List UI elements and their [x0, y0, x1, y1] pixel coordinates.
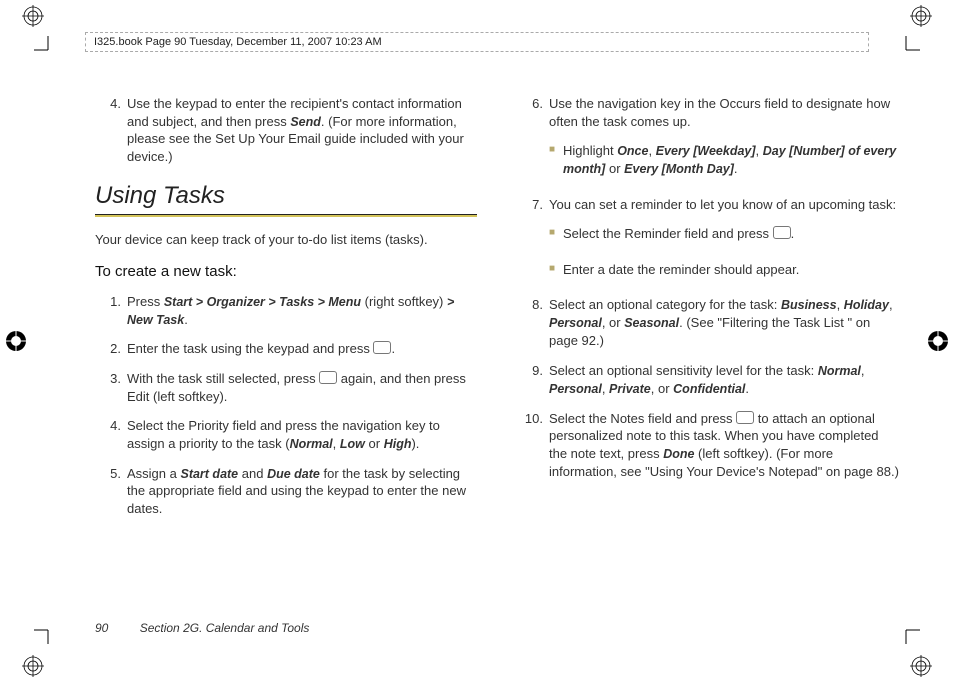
step-number: 5. [95, 465, 127, 518]
subheading: To create a new task: [95, 262, 477, 282]
reg-mark-icon [5, 330, 27, 352]
step-text: Select an optional sensitivity level for… [549, 362, 899, 398]
list-sub-item: ■Highlight Once, Every [Weekday], Day [N… [517, 142, 899, 184]
center-key-icon [373, 341, 391, 354]
step-number: 4. [95, 417, 127, 452]
list-sub-item: ■Enter a date the reminder should appear… [517, 261, 899, 285]
list-item: 9.Select an optional sensitivity level f… [517, 362, 899, 398]
step-number: 8. [517, 296, 549, 349]
step-number: 1. [95, 293, 127, 329]
reg-mark-icon [22, 5, 44, 27]
bullet-icon: ■ [549, 261, 563, 279]
right-column: 6.Use the navigation key in the Occurs f… [517, 95, 899, 617]
bullet-icon: ■ [549, 142, 563, 178]
step-number: 10. [517, 410, 549, 481]
list-item: 2.Enter the task using the keypad and pr… [95, 340, 477, 358]
page-footer: 90 Section 2G. Calendar and Tools [95, 621, 309, 635]
step-text: Select the Notes field and press to atta… [549, 410, 899, 481]
sub-text: Enter a date the reminder should appear. [563, 261, 899, 279]
footer-section: Section 2G. Calendar and Tools [140, 621, 310, 635]
sub-text: Select the Reminder field and press . [563, 225, 899, 243]
step-number: 7. [517, 196, 549, 214]
step-number: 9. [517, 362, 549, 398]
crop-mark-icon [34, 36, 54, 56]
list-item: 4. Use the keypad to enter the recipient… [95, 95, 477, 166]
reg-mark-icon [910, 5, 932, 27]
list-item: 8.Select an optional category for the ta… [517, 296, 899, 349]
list-item: 10.Select the Notes field and press to a… [517, 410, 899, 481]
crop-mark-icon [34, 624, 54, 644]
page-number: 90 [95, 621, 108, 635]
reg-mark-icon [910, 655, 932, 677]
reg-mark-icon [22, 655, 44, 677]
step-number: 3. [95, 370, 127, 405]
step-text: Select the Priority field and press the … [127, 417, 477, 452]
page-stamp-text: I325.book Page 90 Tuesday, December 11, … [94, 36, 382, 48]
step-text: With the task still selected, press agai… [127, 370, 477, 405]
list-item: 5.Assign a Start date and Due date for t… [95, 465, 477, 518]
step-number: 2. [95, 340, 127, 358]
list-item: 4.Select the Priority field and press th… [95, 417, 477, 452]
step-text: Use the navigation key in the Occurs fie… [549, 95, 899, 130]
page-body: 4. Use the keypad to enter the recipient… [95, 95, 899, 617]
step-text: Assign a Start date and Due date for the… [127, 465, 477, 518]
sub-text: Highlight Once, Every [Weekday], Day [Nu… [563, 142, 899, 178]
step-number: 6. [517, 95, 549, 130]
center-key-icon [736, 411, 754, 424]
crop-mark-icon [900, 624, 920, 644]
bullet-icon: ■ [549, 225, 563, 243]
list-item: 3.With the task still selected, press ag… [95, 370, 477, 405]
center-key-icon [773, 226, 791, 239]
intro-text: Your device can keep track of your to-do… [95, 231, 477, 249]
list-sub-item: ■Select the Reminder field and press . [517, 225, 899, 249]
list-item: 1.Press Start > Organizer > Tasks > Menu… [95, 293, 477, 329]
crop-mark-icon [900, 36, 920, 56]
page-stamp: I325.book Page 90 Tuesday, December 11, … [85, 32, 869, 52]
step-text: Enter the task using the keypad and pres… [127, 340, 477, 358]
left-column: 4. Use the keypad to enter the recipient… [95, 95, 477, 617]
step-text: Select an optional category for the task… [549, 296, 899, 349]
list-item: 6.Use the navigation key in the Occurs f… [517, 95, 899, 130]
step-text: You can set a reminder to let you know o… [549, 196, 899, 214]
reg-mark-icon [927, 330, 949, 352]
step-number: 4. [95, 95, 127, 166]
step-text: Use the keypad to enter the recipient's … [127, 95, 477, 166]
center-key-icon [319, 371, 337, 384]
step-text: Press Start > Organizer > Tasks > Menu (… [127, 293, 477, 329]
section-heading: Using Tasks [95, 180, 477, 212]
list-item: 7.You can set a reminder to let you know… [517, 196, 899, 214]
section-rule [95, 214, 477, 217]
